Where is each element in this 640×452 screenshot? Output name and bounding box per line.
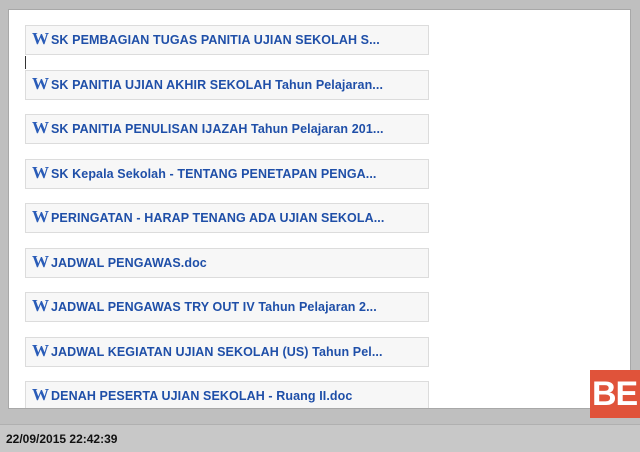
word-doc-icon: W [32,162,49,182]
file-link[interactable]: SK PEMBAGIAN TUGAS PANITIA UJIAN SEKOLAH… [51,33,380,47]
file-item-jadwal-kegiatan[interactable]: W JADWAL KEGIATAN UJIAN SEKOLAH (US) Tah… [25,337,429,367]
file-item-sk-pembagian-tugas[interactable]: W SK PEMBAGIAN TUGAS PANITIA UJIAN SEKOL… [25,25,429,55]
word-doc-icon: W [32,295,49,315]
file-link[interactable]: JADWAL PENGAWAS.doc [51,256,207,270]
file-link[interactable]: PERINGATAN - HARAP TENANG ADA UJIAN SEKO… [51,211,384,225]
file-item-sk-kepala-sekolah[interactable]: W SK Kepala Sekolah - TENTANG PENETAPAN … [25,159,429,189]
word-doc-icon: W [32,117,49,137]
file-link[interactable]: SK PANITIA UJIAN AKHIR SEKOLAH Tahun Pel… [51,78,383,92]
file-link[interactable]: JADWAL PENGAWAS TRY OUT IV Tahun Pelajar… [51,300,377,314]
word-doc-icon: W [32,73,49,93]
text-cursor [25,56,26,69]
file-item-peringatan[interactable]: W PERINGATAN - HARAP TENANG ADA UJIAN SE… [25,203,429,233]
word-doc-icon: W [32,206,49,226]
word-doc-icon: W [32,251,49,271]
word-doc-icon: W [32,384,49,404]
file-item-jadwal-pengawas-try-out[interactable]: W JADWAL PENGAWAS TRY OUT IV Tahun Pelaj… [25,292,429,322]
file-item-jadwal-pengawas[interactable]: W JADWAL PENGAWAS.doc [25,248,429,278]
file-link[interactable]: SK PANITIA PENULISAN IJAZAH Tahun Pelaja… [51,122,384,136]
file-link[interactable]: DENAH PESERTA UJIAN SEKOLAH - Ruang II.d… [51,389,352,403]
word-doc-icon: W [32,340,49,360]
timestamp: 22/09/2015 22:42:39 [6,432,118,446]
word-doc-icon: W [32,28,49,48]
file-list-panel: W SK PEMBAGIAN TUGAS PANITIA UJIAN SEKOL… [8,9,631,409]
file-item-denah-peserta[interactable]: W DENAH PESERTA UJIAN SEKOLAH - Ruang II… [25,381,429,408]
file-item-sk-panitia-penulisan-ijazah[interactable]: W SK PANITIA PENULISAN IJAZAH Tahun Pela… [25,114,429,144]
logo-badge: BE [590,370,640,418]
window-frame: W SK PEMBAGIAN TUGAS PANITIA UJIAN SEKOL… [0,0,640,424]
file-link[interactable]: SK Kepala Sekolah - TENTANG PENETAPAN PE… [51,167,377,181]
file-link[interactable]: JADWAL KEGIATAN UJIAN SEKOLAH (US) Tahun… [51,345,383,359]
status-bar: 22/09/2015 22:42:39 [0,424,640,452]
file-item-sk-panitia-ujian-akhir[interactable]: W SK PANITIA UJIAN AKHIR SEKOLAH Tahun P… [25,70,429,100]
